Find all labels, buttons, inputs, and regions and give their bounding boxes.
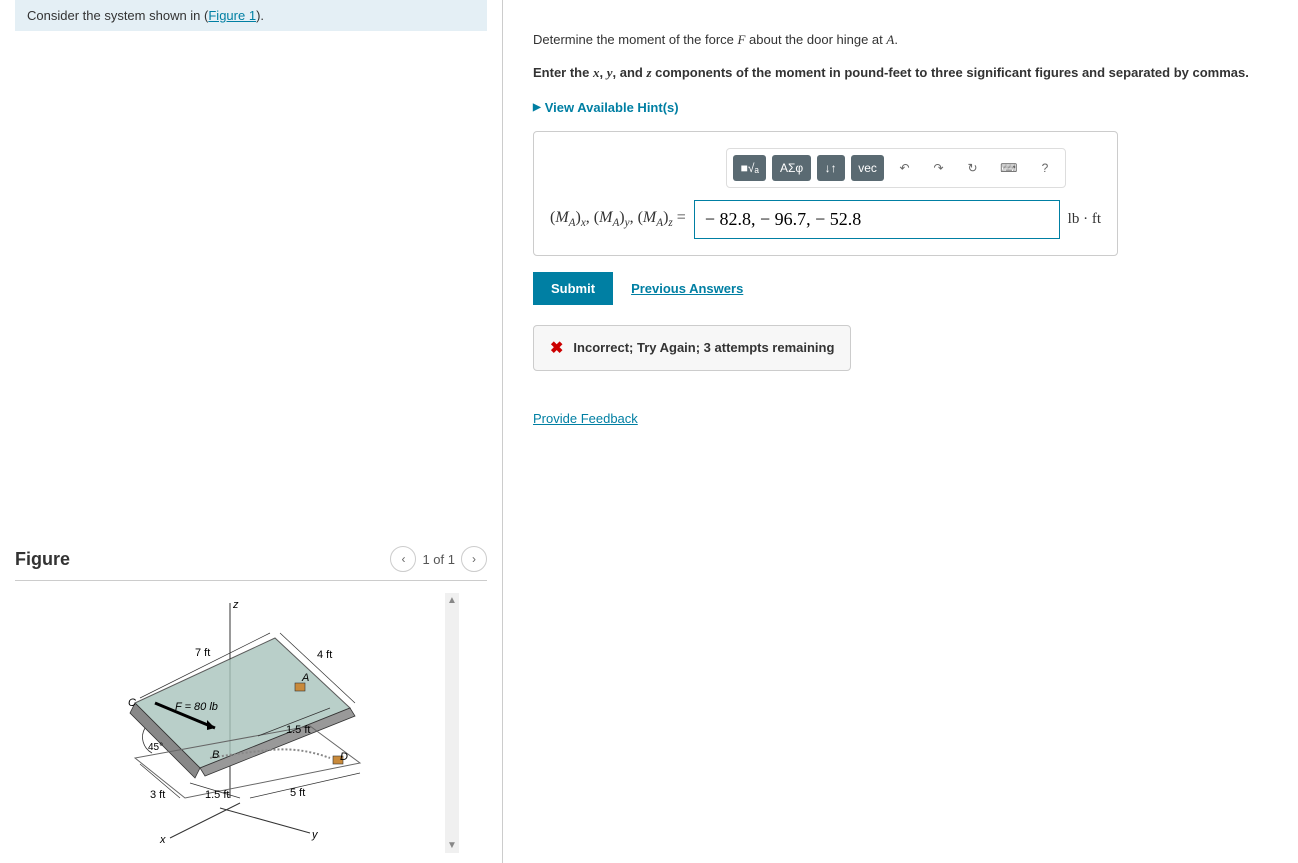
provide-feedback-link[interactable]: Provide Feedback xyxy=(533,411,638,426)
figure-image: z y x xyxy=(15,593,445,853)
incorrect-icon: ✖ xyxy=(550,338,563,358)
i2: , xyxy=(599,65,606,80)
dim-7ft: 7 ft xyxy=(195,647,210,659)
answer-input[interactable] xyxy=(694,200,1060,239)
i1: Enter the xyxy=(533,65,593,80)
intro-text: Consider the system shown in ( xyxy=(27,8,208,23)
figure-title: Figure xyxy=(15,549,70,570)
dim-15a: 1.5 ft xyxy=(286,724,310,736)
view-hints-link[interactable]: View Available Hint(s) xyxy=(533,100,1268,115)
right-panel: Determine the moment of the force F abou… xyxy=(503,0,1298,863)
left-panel: Consider the system shown in (Figure 1).… xyxy=(0,0,503,863)
figure-page: 1 of 1 xyxy=(422,552,455,567)
instruction-text: Enter the x, y, and z components of the … xyxy=(533,63,1268,84)
redo-button[interactable]: ↷ xyxy=(924,155,952,181)
intro-suffix: ). xyxy=(256,8,264,23)
angle-label: 45° xyxy=(148,742,163,753)
reset-button[interactable]: ↻ xyxy=(958,155,986,181)
subsup-button[interactable]: ↓↑ xyxy=(817,155,845,181)
question-text: Determine the moment of the force F abou… xyxy=(533,30,1268,51)
unit-label: lb · ft xyxy=(1068,211,1101,228)
dim-5ft: 5 ft xyxy=(290,787,305,799)
hints-label: View Available Hint(s) xyxy=(545,100,679,115)
previous-answers-link[interactable]: Previous Answers xyxy=(631,281,743,296)
i3: , and xyxy=(612,65,646,80)
submit-row: Submit Previous Answers xyxy=(533,272,1268,305)
x-axis-label: x xyxy=(159,834,166,846)
dim-15b: 1.5 ft xyxy=(205,789,229,801)
undo-button[interactable]: ↶ xyxy=(890,155,918,181)
answer-box: ■√ₐ ΑΣφ ↓↑ vec ↶ ↷ ↻ ⌨ ? (MA)x, (MA)y, (… xyxy=(533,131,1118,256)
feedback-box: ✖ Incorrect; Try Again; 3 attempts remai… xyxy=(533,325,851,371)
vec-button[interactable]: vec xyxy=(851,155,885,181)
point-c: C xyxy=(128,697,136,709)
figure-prev-button[interactable]: ‹ xyxy=(390,546,416,572)
force-label: F = 80 lb xyxy=(175,701,218,713)
z-axis-label: z xyxy=(232,599,239,611)
answer-row: (MA)x, (MA)y, (MA)z = lb · ft xyxy=(550,200,1101,239)
figure-next-button[interactable]: › xyxy=(461,546,487,572)
figure-nav: ‹ 1 of 1 › xyxy=(390,546,487,572)
feedback-text: Incorrect; Try Again; 3 attempts remaini… xyxy=(573,340,834,355)
scroll-up-icon[interactable]: ▲ xyxy=(447,595,457,606)
figure-link[interactable]: Figure 1 xyxy=(208,8,256,23)
q-part3: . xyxy=(894,32,898,47)
figure-section: Figure ‹ 1 of 1 › z y x xyxy=(15,546,487,853)
scroll-down-icon[interactable]: ▼ xyxy=(447,840,457,851)
figure-body: z y x xyxy=(15,593,487,853)
i4: components of the moment in pound-feet t… xyxy=(652,65,1249,80)
door-diagram-svg: z y x xyxy=(40,598,420,848)
y-axis-label: y xyxy=(311,829,319,841)
figure-scrollbar[interactable]: ▲ ▼ xyxy=(445,593,459,853)
point-a: A xyxy=(301,672,309,684)
intro-box: Consider the system shown in (Figure 1). xyxy=(15,0,487,31)
submit-button[interactable]: Submit xyxy=(533,272,613,305)
q-part2: about the door hinge at xyxy=(745,32,886,47)
keyboard-button[interactable]: ⌨ xyxy=(992,155,1025,181)
point-d: D xyxy=(340,751,348,763)
figure-header: Figure ‹ 1 of 1 › xyxy=(15,546,487,581)
help-button[interactable]: ? xyxy=(1031,155,1059,181)
templates-button[interactable]: ■√ₐ xyxy=(733,155,766,181)
q-part1: Determine the moment of the force xyxy=(533,32,737,47)
dim-3ft: 3 ft xyxy=(150,789,165,801)
greek-button[interactable]: ΑΣφ xyxy=(772,155,810,181)
dim-4ft: 4 ft xyxy=(317,649,332,661)
answer-label: (MA)x, (MA)y, (MA)z = xyxy=(550,209,686,229)
point-b: B xyxy=(212,749,219,761)
equation-toolbar: ■√ₐ ΑΣφ ↓↑ vec ↶ ↷ ↻ ⌨ ? xyxy=(726,148,1066,188)
